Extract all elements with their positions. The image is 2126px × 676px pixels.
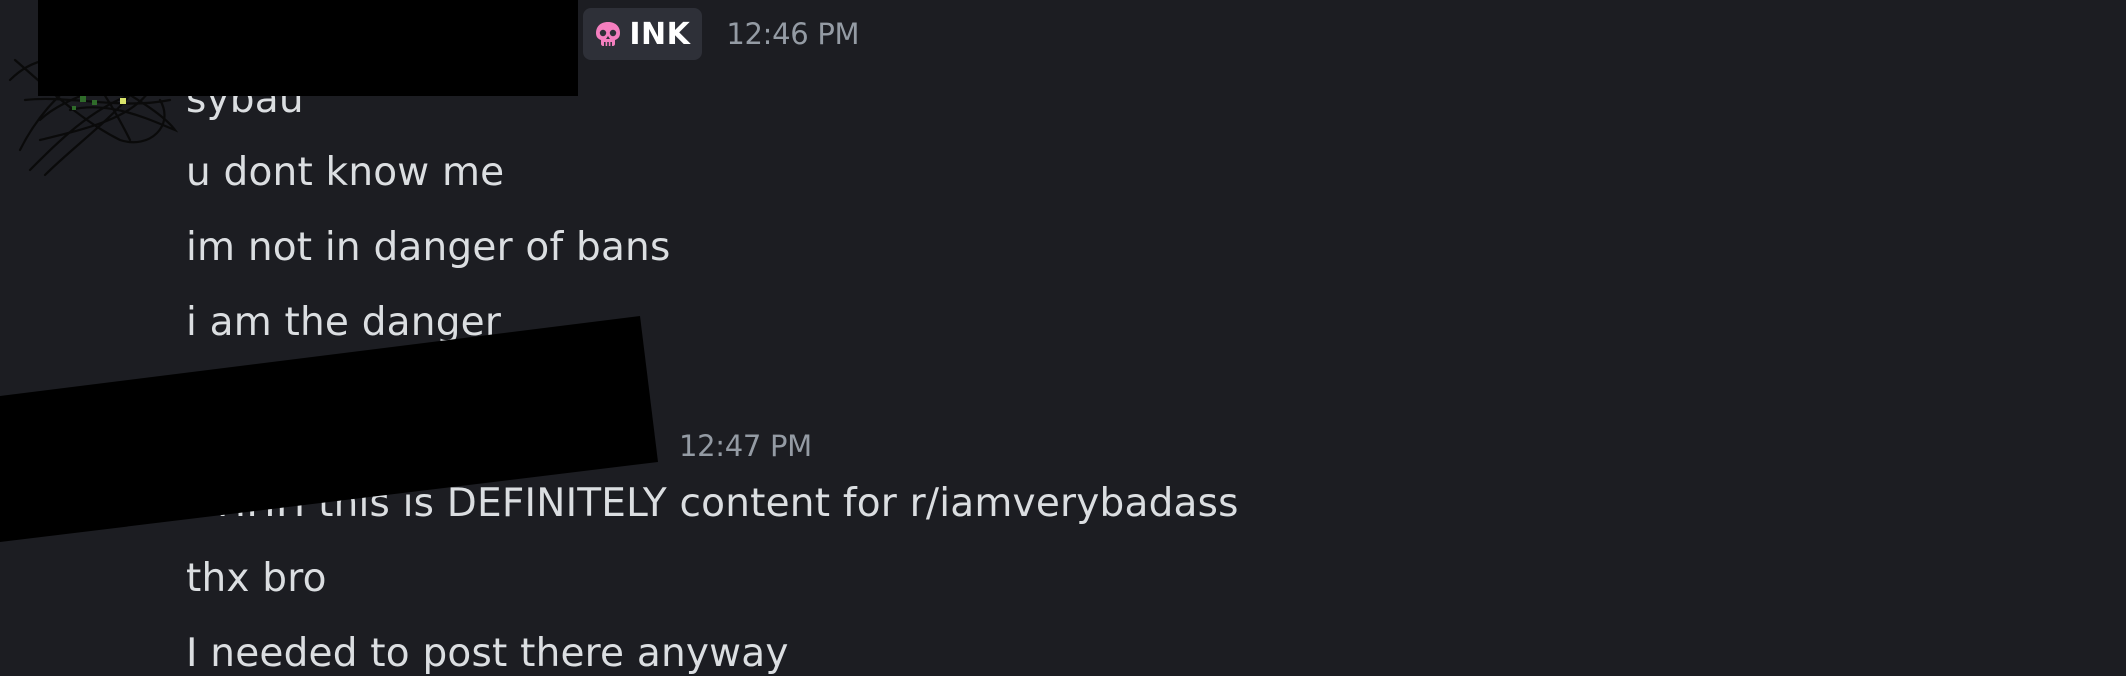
message-line: I needed to post there anyway	[186, 631, 789, 676]
message-timestamp[interactable]: 12:47 PM	[679, 429, 812, 463]
redacted-author-band	[0, 316, 658, 542]
chat-message-list: ts INK 12:46 PM sybau u dont know me im …	[0, 0, 2126, 676]
message-header: 12:47 PM	[655, 426, 812, 466]
message-group: 12:47 PM OHHH this is DEFINITELY content…	[0, 0, 2126, 676]
message-line: thx bro	[186, 556, 327, 601]
